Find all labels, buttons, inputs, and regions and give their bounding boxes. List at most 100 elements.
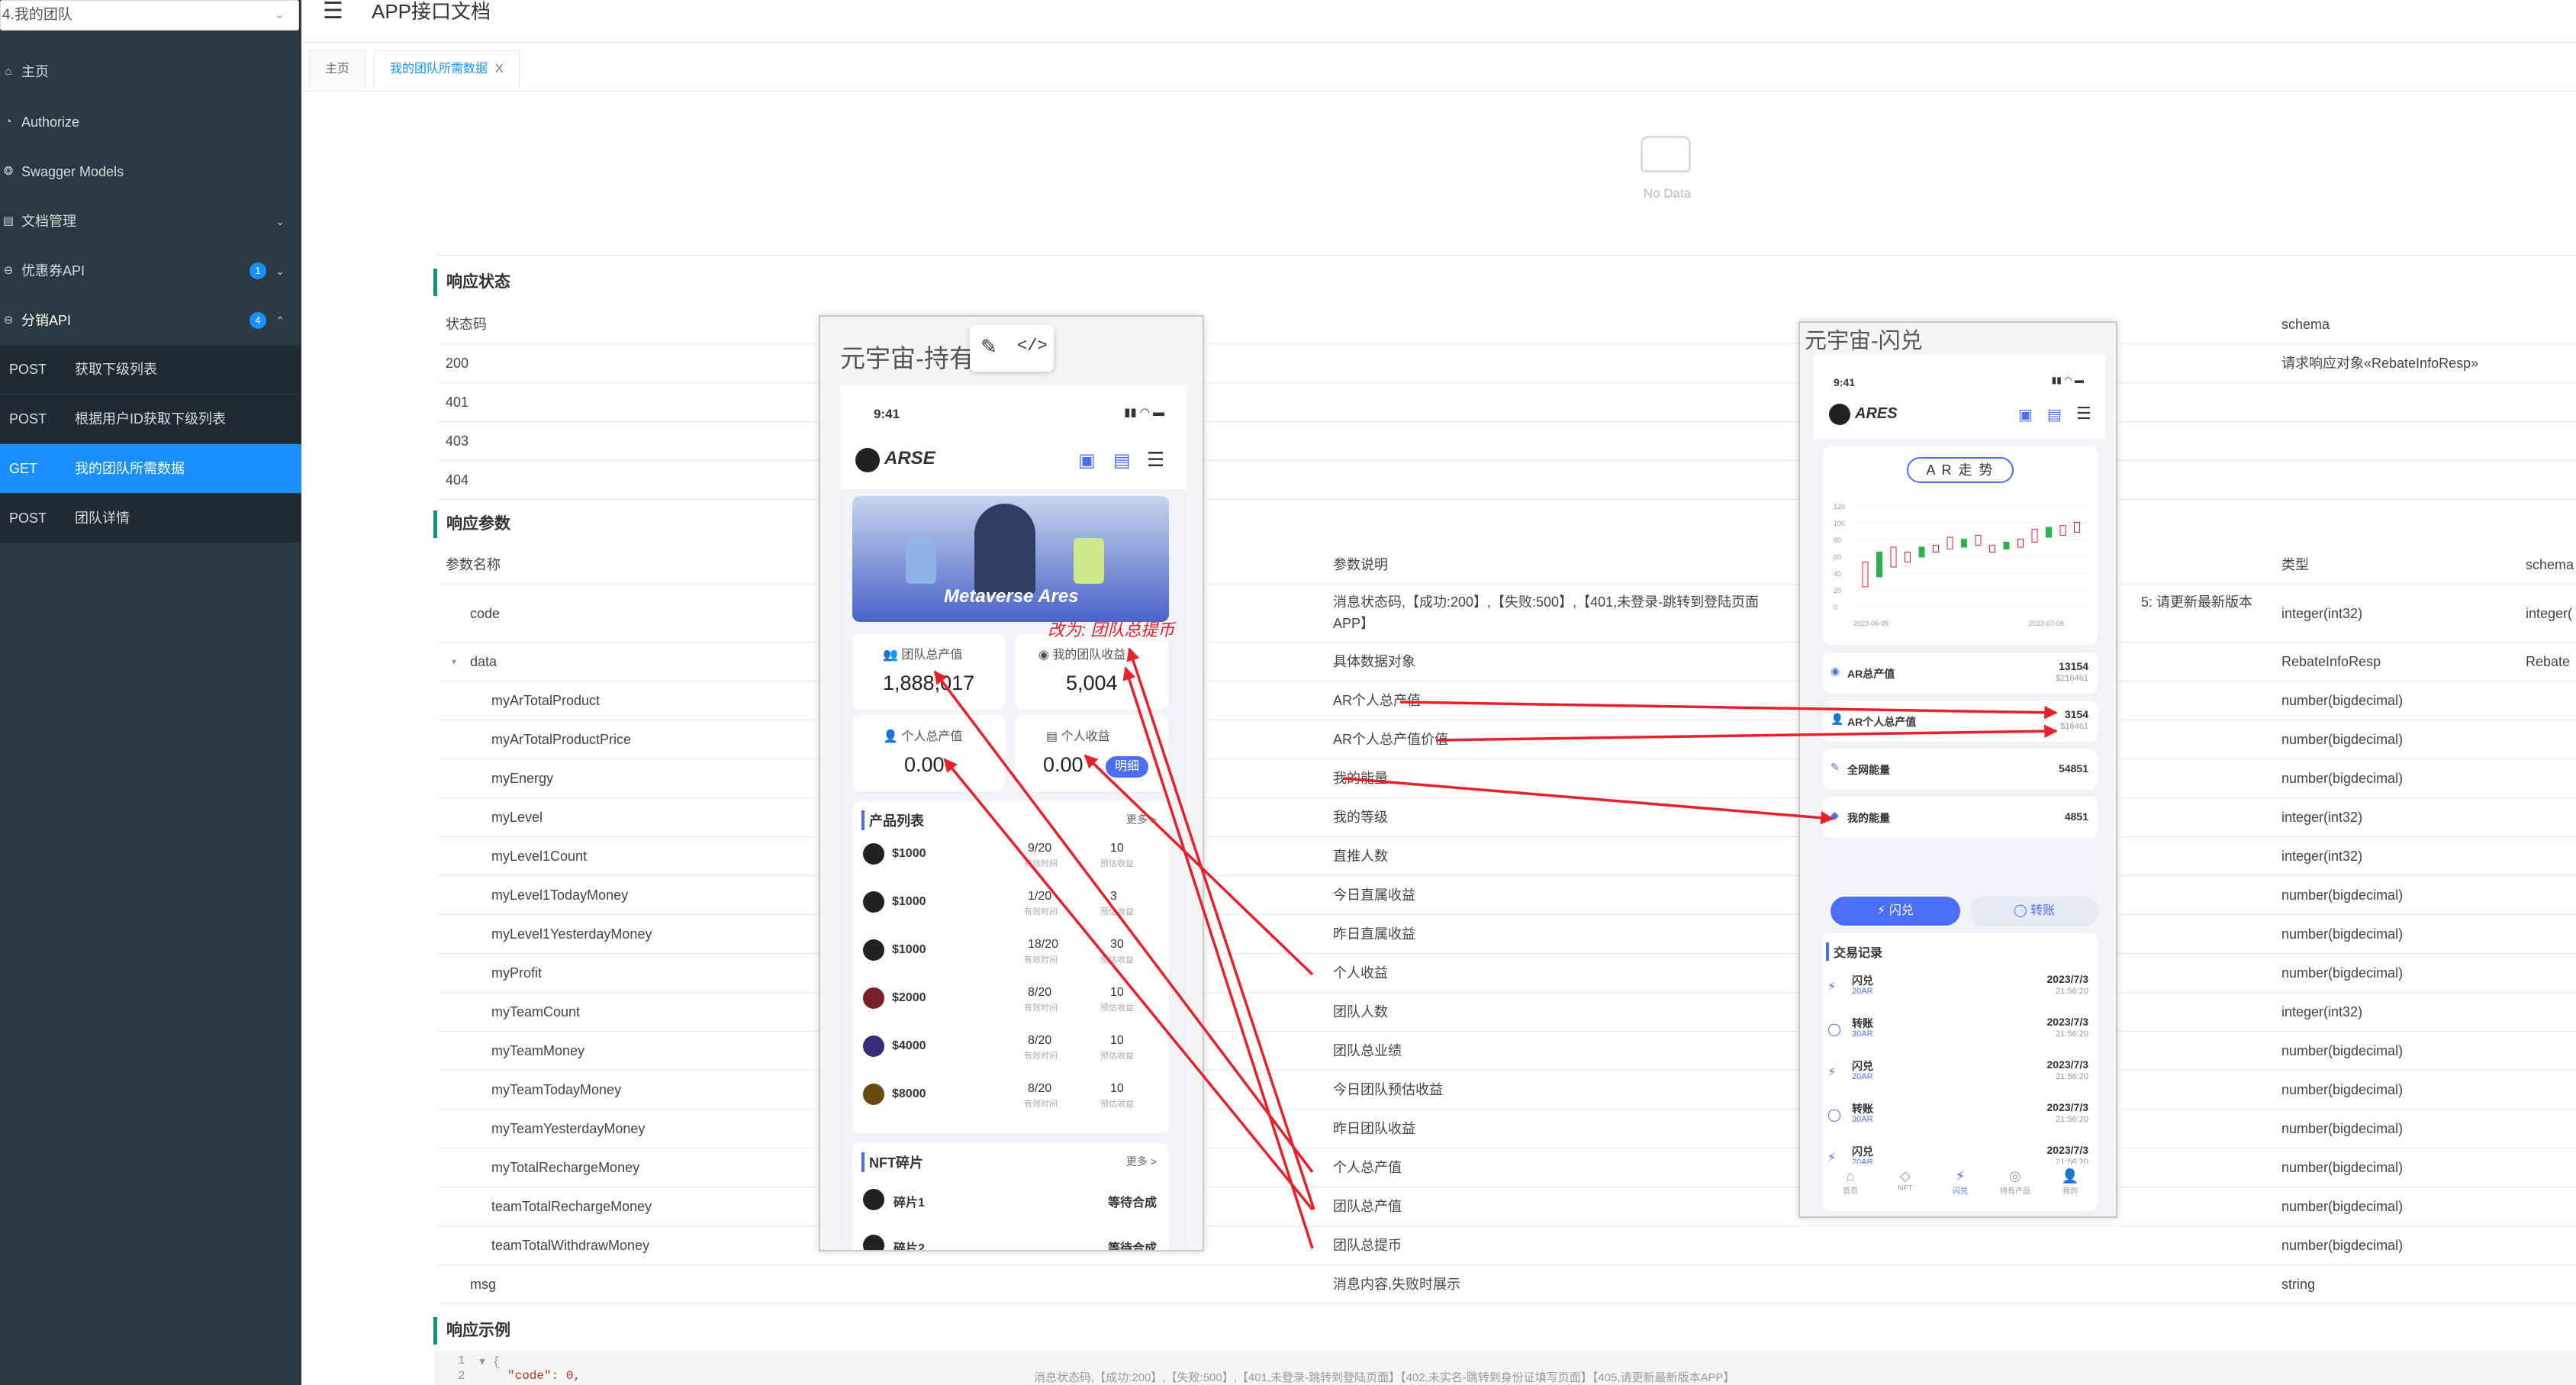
sidebar-item-label: 文档管理 <box>21 214 76 229</box>
sidebar-item-share-api[interactable]: ⊖ 分销API 4 ⌃ <box>0 296 301 345</box>
candle <box>1933 544 1939 553</box>
stat-value: 0.00 <box>1043 753 1084 776</box>
sidebar-sub-label: 我的团队所需数据 <box>75 461 185 476</box>
team-select[interactable]: 4.我的团队 ⌄ <box>0 0 299 31</box>
product-income: 10 <box>1110 842 1124 855</box>
record-amount: 30AR <box>1852 1029 1873 1039</box>
product-icon <box>863 1084 884 1105</box>
param-schema: integer( <box>2526 606 2573 621</box>
candle <box>1961 539 1967 548</box>
nav-tab[interactable]: ◎ 持有产品 <box>1988 1168 2043 1196</box>
nav-label: 首页 <box>1843 1187 1858 1196</box>
param-desc: 团队人数 <box>1333 1004 1388 1019</box>
sidebar-sub-item[interactable]: POST 根据用户ID获取下级列表 <box>0 395 301 443</box>
nav-tab[interactable]: ⌂ 首页 <box>1823 1168 1878 1196</box>
section-title: 响应参数 <box>433 511 510 538</box>
stat-label: 👥 团队总产值 <box>883 649 963 662</box>
sidebar-item-doc-manage[interactable]: ▤ 文档管理 ⌄ <box>0 197 301 246</box>
tab-home[interactable]: 主页 <box>309 50 366 87</box>
banner[interactable]: Metaverse Ares <box>852 496 1169 622</box>
record-type: 转账 <box>1852 1103 1873 1115</box>
sidebar-sub-item[interactable]: POST 获取下级列表 <box>0 345 301 394</box>
product-progress: 9/20 <box>1028 842 1052 855</box>
phone-mockup-hold: 元宇宙-持有 ✎ </> 9:41 ▮▮ ◠ ▬ ARSE ▣ ▤ ☰ Meta… <box>819 315 1204 1251</box>
sidebar-sub-item-active[interactable]: GET 我的团队所需数据 <box>0 444 301 493</box>
candle <box>2059 524 2066 536</box>
annotation-toolbar[interactable]: ✎ </> <box>970 324 1054 372</box>
sidebar-item-swagger-models[interactable]: ❂ Swagger Models <box>0 147 301 196</box>
expand-toggle-icon[interactable]: ▾ <box>452 643 456 681</box>
flash-exchange-button[interactable]: ⚡ 闪兑 <box>1831 897 1960 926</box>
record-time: 21:56:20 <box>2056 1115 2088 1124</box>
stat-sub: $216461 <box>2056 674 2088 683</box>
detail-button[interactable]: 明细 <box>1106 756 1148 778</box>
param-desc: 个人总产值 <box>1333 1160 1402 1175</box>
line-number: 2 <box>458 1369 465 1383</box>
menu-icon[interactable]: ☰ <box>1147 448 1164 472</box>
sidebar-item-coupon-api[interactable]: ⊖ 优惠券API 1 ⌄ <box>0 246 301 295</box>
param-desc: 昨日直属收益 <box>1333 926 1415 942</box>
list-item[interactable]: ⚡ 闪兑 20AR 2023/7/3 21:56:20 <box>1823 1055 2098 1094</box>
sidebar-item-authorize[interactable]: ◔ Authorize <box>0 98 301 147</box>
record-date: 2023/7/3 <box>2046 973 2089 985</box>
more-link[interactable]: 更多 > <box>1126 812 1157 827</box>
close-icon[interactable]: X <box>495 63 504 76</box>
menu-icon[interactable]: ☰ <box>2076 404 2091 424</box>
nav-label: 闪兑 <box>1953 1187 1968 1196</box>
nav-tab[interactable]: ⚡ 闪兑 <box>1933 1168 1988 1196</box>
status-code: 403 <box>446 433 469 449</box>
candle <box>2003 542 2010 550</box>
main-content: No Data 响应状态 状态码 schema 200 请求响应对象«Rebat… <box>412 92 2576 1385</box>
column-header: 参数说明 <box>1333 557 1388 572</box>
param-desc: 我的等级 <box>1333 810 1388 825</box>
candle <box>1905 552 1911 562</box>
stat-icon: ◉ <box>1831 665 1840 677</box>
y-tick-label: 60 <box>1834 553 1841 561</box>
chevron-up-icon: ⌃ <box>275 314 285 327</box>
product-progress-label: 有效时间 <box>1024 1052 1058 1061</box>
product-income-label: 预估收益 <box>1100 1003 1134 1013</box>
language-icon[interactable]: ▤ <box>1113 449 1131 472</box>
stat-label: ◉ 我的团队收益 <box>1038 649 1126 662</box>
product-income: 30 <box>1110 938 1124 951</box>
code-icon[interactable]: </> <box>1017 337 1048 356</box>
language-icon[interactable]: ▤ <box>2047 405 2062 424</box>
pen-icon[interactable]: ✎ <box>980 335 997 359</box>
param-desc: 5: 请更新最新版本 <box>2141 594 2253 610</box>
status-code: 401 <box>446 395 469 410</box>
sidebar-item-home[interactable]: ⌂ 主页 <box>0 47 301 96</box>
param-type: integer(int32) <box>2281 810 2363 825</box>
table-row: myProfit 个人收益 number(bigdecimal) <box>438 954 2576 993</box>
record-type-icon: ⚡ <box>1827 1151 1837 1164</box>
code-line: "code": 0, <box>507 1369 581 1383</box>
nav-tab[interactable]: ◇ NFT <box>1878 1168 1933 1193</box>
nav-tab[interactable]: 👤 我的 <box>2043 1168 2098 1196</box>
list-item[interactable]: ◯ 转账 30AR 2023/7/3 21:56:20 <box>1823 1013 2098 1051</box>
more-link[interactable]: 更多 > <box>1126 1154 1157 1169</box>
tab-team-data[interactable]: 我的团队所需数据 X <box>374 50 520 87</box>
param-schema: Rebate <box>2526 654 2571 669</box>
list-item[interactable]: ⚡ 闪兑 20AR 2023/7/3 21:56:20 <box>1823 970 2098 1008</box>
trend-chart-card: A R 走 势 120 100 80 60 40 20 0 2023-06-08 2023-07… <box>1823 446 2098 645</box>
chevron-down-icon: ⌄ <box>275 215 285 227</box>
phone-screen: 9:41 ▮▮ ◠ ▬ ARSE ▣ ▤ ☰ Metaverse Ares 👥 … <box>840 385 1187 1250</box>
stat-value: 4851 <box>2064 810 2088 823</box>
sidebar-sub-item[interactable]: POST 团队详情 <box>0 494 301 543</box>
menu-fold-icon[interactable]: ☰ <box>323 0 343 23</box>
wallet-icon[interactable]: ▣ <box>2018 405 2033 424</box>
line-number: 1 <box>458 1354 465 1367</box>
param-name: myTeamYesterdayMoney <box>491 1121 646 1136</box>
list-item[interactable]: ◯ 转账 30AR 2023/7/3 21:56:20 <box>1823 1098 2098 1136</box>
param-desc: 团队总业绩 <box>1333 1043 1402 1058</box>
sidebar: 4.我的团队 ⌄ ⌂ 主页 ◔ Authorize ❂ Swagger Mode… <box>0 0 301 1385</box>
param-type: number(bigdecimal) <box>2281 926 2404 942</box>
stat-icon: 👤 <box>1831 713 1844 725</box>
param-desc: 个人收益 <box>1333 965 1388 981</box>
y-tick-label: 40 <box>1834 570 1841 578</box>
transfer-button[interactable]: ◯ 转账 <box>1969 897 2099 926</box>
wallet-icon[interactable]: ▣ <box>1078 449 1096 472</box>
schema-link[interactable]: 请求响应对象«RebateInfoResp» <box>2281 344 2478 383</box>
product-progress-label: 有效时间 <box>1024 907 1058 916</box>
param-name: myTeamMoney <box>491 1043 585 1058</box>
nav-icon: ⌂ <box>1846 1168 1855 1184</box>
